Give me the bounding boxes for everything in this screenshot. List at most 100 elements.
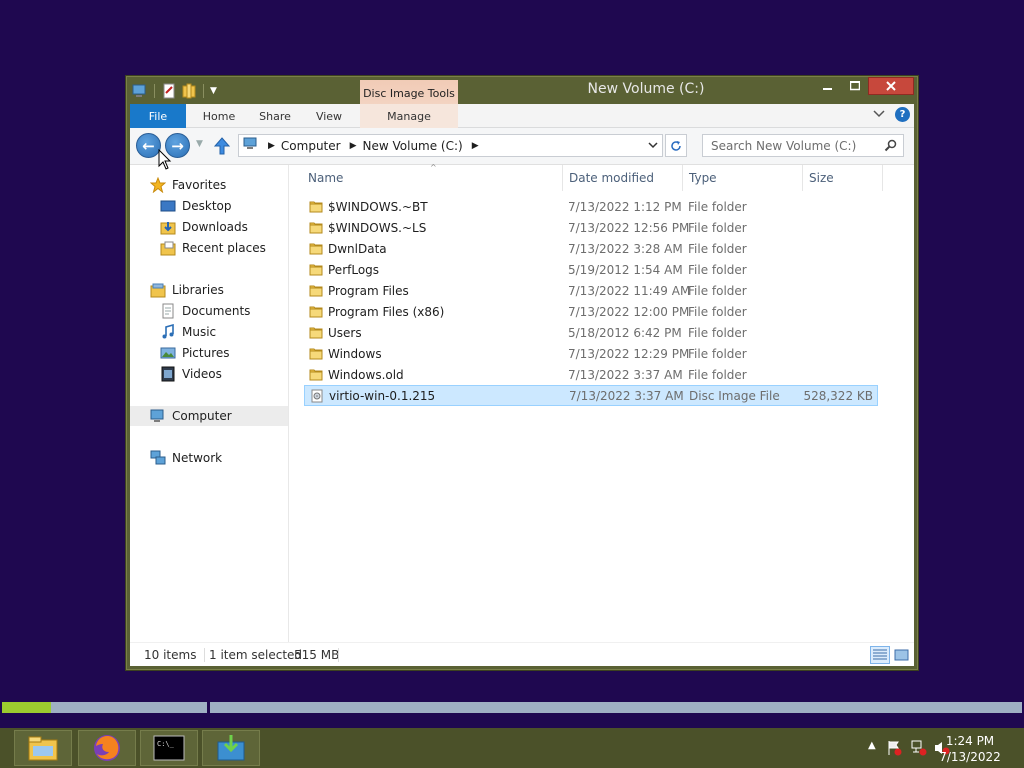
table-row[interactable]: Program Files (x86) 7/13/2022 12:00 PM Fil… [304,301,878,322]
item-count: 10 items [144,648,197,662]
folder-icon [309,285,323,297]
properties-icon[interactable] [161,83,177,99]
file-name: DwnlData [328,241,387,256]
breadcrumb-new-volume[interactable]: New Volume (C:) [363,139,463,153]
folder-icon [309,264,323,276]
table-row[interactable]: DwnlData 7/13/2022 3:28 AM File folder [304,238,878,259]
tab-file[interactable]: File [130,104,186,128]
title-bar[interactable]: ▼ Disc Image Tools New Volume (C:) [126,76,918,128]
network-status-icon[interactable] [911,740,927,756]
customize-toolbar-icon[interactable]: ▼ [210,86,217,96]
recent-locations-icon[interactable]: ▼ [196,139,203,149]
address-dropdown-icon[interactable] [648,139,658,153]
table-row[interactable]: $WINDOWS.~BT 7/13/2022 1:12 PM File folder [304,196,878,217]
file-type: File folder [688,220,747,235]
navigation-pane: Favorites Desktop Downloads Recent place… [130,165,289,642]
search-input[interactable]: Search New Volume (C:) [702,134,904,157]
nav-network[interactable]: Network [150,448,222,468]
maximize-icon [849,81,860,91]
file-name: Program Files [328,283,409,298]
taskbar-firefox[interactable] [78,730,136,766]
music-icon [160,323,176,340]
nav-documents[interactable]: Documents [160,301,250,321]
taskbar-installer[interactable] [202,730,260,766]
file-name: $WINDOWS.~BT [328,199,428,214]
file-type: File folder [688,283,747,298]
folder-icon [309,348,323,360]
details-view-button[interactable] [870,646,890,664]
nav-pictures[interactable]: Pictures [160,343,230,363]
clock-date: 7/13/2022 [939,750,1001,764]
nav-favorites[interactable]: Favorites [149,175,226,195]
file-type: File folder [688,262,747,277]
file-name: Users [328,325,362,340]
chevron-right-icon[interactable]: ▶ [268,141,275,151]
clock-time: 1:24 PM [945,734,995,748]
file-name: Program Files (x86) [328,304,445,319]
column-label: Name [308,171,344,185]
maximize-button[interactable] [841,77,868,95]
taskbar-command-prompt[interactable]: C:\_ [140,730,198,766]
search-icon[interactable] [884,139,897,155]
command-prompt-icon: C:\_ [153,735,185,761]
action-center-icon[interactable] [886,740,902,756]
table-row[interactable]: $WINDOWS.~LS 7/13/2022 12:56 PM File folde… [304,217,878,238]
recent-places-icon [160,240,176,256]
nav-label: Documents [182,304,251,318]
minimize-icon [822,88,832,90]
tab-share[interactable]: Share [250,104,300,128]
help-icon[interactable]: ? [895,107,910,122]
large-icons-view-button[interactable] [892,646,912,664]
file-list: Name ^ Date modified Type Size $WINDOWS.… [290,163,914,642]
file-date: 7/13/2022 11:49 AM [568,283,691,298]
arrow-left-icon: ← [142,136,155,155]
chevron-right-icon[interactable]: ▶ [350,141,357,151]
pictures-icon [160,345,176,361]
file-name: $WINDOWS.~LS [328,220,427,235]
details-view-icon [873,649,887,660]
minimize-button[interactable] [814,77,841,95]
nav-libraries[interactable]: Libraries [150,280,224,300]
progress-bar-primary [2,702,207,713]
tab-view[interactable]: View [306,104,352,128]
refresh-button[interactable] [665,134,687,157]
column-header-type[interactable]: Type [683,165,803,191]
tab-home[interactable]: Home [194,104,244,128]
breadcrumb-computer[interactable]: Computer [281,139,341,153]
desktop-icon [160,198,176,214]
up-button[interactable] [213,137,231,158]
nav-videos[interactable]: Videos [160,364,222,384]
progress-fill [2,702,52,713]
column-header-name[interactable]: Name ^ [302,163,563,191]
taskbar-file-explorer[interactable] [14,730,72,766]
taskbar-clock[interactable]: 1:24 PM 7/13/2022 [938,733,1002,765]
nav-music[interactable]: Music [160,322,216,342]
nav-desktop[interactable]: Desktop [160,196,232,216]
table-row[interactable]: Program Files 7/13/2022 11:49 AM File fold… [304,280,878,301]
table-row[interactable]: Windows 7/13/2022 12:29 PM File folder [304,343,878,364]
chevron-right-icon[interactable]: ▶ [472,141,479,151]
nav-label: Videos [182,367,222,381]
close-button[interactable] [868,77,914,95]
table-row[interactable]: PerfLogs 5/19/2012 1:54 AM File folder [304,259,878,280]
file-date: 7/13/2022 3:37 AM [569,388,684,403]
table-row[interactable]: Users 5/18/2012 6:42 PM File folder [304,322,878,343]
column-header-date[interactable]: Date modified [563,165,683,191]
nav-computer[interactable]: Computer [130,406,288,426]
nav-downloads[interactable]: Downloads [160,217,248,237]
table-row[interactable]: virtio-win-0.1.215 7/13/2022 3:37 AM Disc … [304,385,878,406]
tab-manage[interactable]: Manage [360,104,458,128]
expand-ribbon-icon[interactable] [873,108,885,122]
computer-icon[interactable] [132,83,148,99]
ribbon-controls: ? [873,107,910,122]
new-folder-icon[interactable] [181,83,197,99]
ribbon-tab-bar: File Home Share View Manage ? [130,104,914,128]
address-bar[interactable]: ▶ Computer ▶ New Volume (C:) ▶ [238,134,663,157]
file-type: File folder [688,241,747,256]
documents-icon [160,303,176,319]
show-hidden-icons-icon[interactable]: ▲ [868,740,876,751]
nav-recent-places[interactable]: Recent places [160,238,266,258]
column-header-size[interactable]: Size [803,165,883,191]
table-row[interactable]: Windows.old 7/13/2022 3:37 AM File folder [304,364,878,385]
content-area: Favorites Desktop Downloads Recent place… [130,163,914,642]
